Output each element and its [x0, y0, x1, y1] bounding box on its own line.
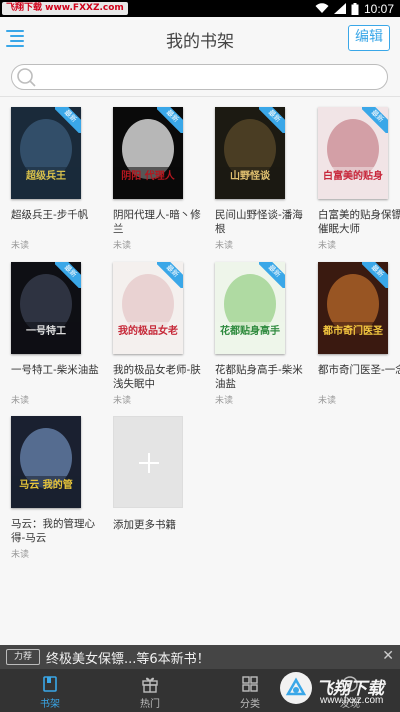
header-divider	[0, 96, 400, 97]
new-badge: 最新	[157, 262, 183, 288]
gift-icon	[142, 677, 158, 693]
tab-hot[interactable]: 热门	[100, 669, 200, 712]
book-status: 未读	[318, 241, 337, 251]
book-title: 阴阳代理人-暗丶修兰	[113, 209, 201, 235]
book-title: 都市奇门医圣-一念	[318, 364, 400, 376]
battery-icon	[351, 2, 359, 15]
add-book-tile[interactable]	[113, 416, 183, 508]
wifi-icon	[315, 3, 329, 14]
book-icon	[43, 676, 57, 692]
cover-title-art: 我的极品女老	[118, 324, 178, 337]
new-badge: 最新	[259, 262, 285, 288]
book-cover[interactable]: 山野怪谈 最新	[215, 107, 285, 199]
search-icon	[17, 68, 36, 87]
book-cover[interactable]: 马云 我的管	[11, 416, 81, 508]
book-status: 未读	[11, 241, 30, 251]
book-title: 超级兵王-步千帆	[11, 209, 89, 221]
book-title: 马云：我的管理心得-马云	[11, 518, 95, 544]
promo-banner[interactable]: 力荐 终极美女保镖...等6本新书！ ✕	[0, 645, 400, 669]
book-status: 未读	[11, 550, 30, 560]
new-badge: 最新	[55, 262, 81, 288]
book-cover[interactable]: 白富美的贴身 最新	[318, 107, 388, 199]
cover-title-art: 白富美的贴身	[323, 169, 383, 182]
close-icon[interactable]: ✕	[382, 648, 394, 664]
new-badge: 最新	[157, 107, 183, 133]
book-cover[interactable]: 我的极品女老 最新	[113, 262, 183, 354]
cover-title-art: 山野怪谈	[230, 169, 271, 182]
tab-bookshelf[interactable]: 书架	[0, 669, 100, 712]
promo-tag: 力荐	[6, 649, 40, 665]
status-time: 10:07	[363, 1, 394, 16]
new-badge: 最新	[259, 107, 285, 133]
watermark-url: www.fxxz.com	[320, 695, 384, 706]
promo-text[interactable]: 终极美女保镖...等6本新书！	[46, 648, 210, 667]
cover-title-art: 马云 我的管	[19, 478, 72, 491]
new-badge: 最新	[362, 262, 388, 288]
book-status: 未读	[318, 396, 337, 406]
cover-title-art: 超级兵王	[25, 169, 66, 182]
watermark-overlay: 飞翔下载 www.fxxz.com	[280, 671, 396, 709]
book-title: 一号特工-柴米油盐	[11, 364, 99, 376]
edit-button[interactable]: 编辑	[348, 25, 390, 51]
page-title: 我的书架	[166, 32, 234, 52]
book-title: 我的极品女老师-肤浅失眠中	[113, 364, 201, 390]
grid-icon	[242, 676, 258, 692]
book-status: 未读	[215, 241, 234, 251]
watermark-logo: 飞翔下载 www.FXXZ.com	[2, 2, 128, 15]
new-badge: 最新	[362, 107, 388, 133]
book-title: 白富美的贴身保镖-催眠大师	[318, 209, 400, 235]
search-input[interactable]	[38, 67, 378, 87]
cover-title-art: 一号特工	[26, 324, 66, 337]
signal-icon	[333, 3, 346, 14]
watermark-circle-icon	[280, 672, 312, 704]
cover-title-art: 花都贴身高手	[220, 324, 280, 337]
header: 我的书架 编辑	[0, 17, 400, 62]
search-bar[interactable]	[11, 64, 388, 90]
tab-label: 热门	[140, 699, 160, 710]
book-status: 未读	[113, 241, 132, 251]
cover-title-art: 阴阳 代理人	[121, 169, 175, 182]
book-title: 民间山野怪谈-潘海根	[215, 209, 303, 235]
cover-title-art: 都市奇门医圣	[322, 324, 384, 337]
cover-art: 马云 我的管	[11, 416, 81, 508]
status-icons: 10:07	[315, 0, 394, 17]
book-cover[interactable]: 都市奇门医圣 最新	[318, 262, 388, 354]
add-more-label: 添加更多书籍	[113, 519, 176, 531]
status-bar: 飞翔下载 www.FXXZ.com 10:07	[0, 0, 400, 17]
book-cover[interactable]: 一号特工 最新	[11, 262, 81, 354]
book-cover[interactable]: 阴阳 代理人 最新	[113, 107, 183, 199]
tab-label: 书架	[40, 699, 60, 710]
book-cover[interactable]: 花都贴身高手 最新	[215, 262, 285, 354]
book-title: 花都贴身高手-柴米油盐	[215, 364, 303, 390]
book-status: 未读	[113, 396, 132, 406]
new-badge: 最新	[55, 107, 81, 133]
book-cover[interactable]: 超级兵王 最新	[11, 107, 81, 199]
book-status: 未读	[11, 396, 30, 406]
book-status: 未读	[215, 396, 234, 406]
